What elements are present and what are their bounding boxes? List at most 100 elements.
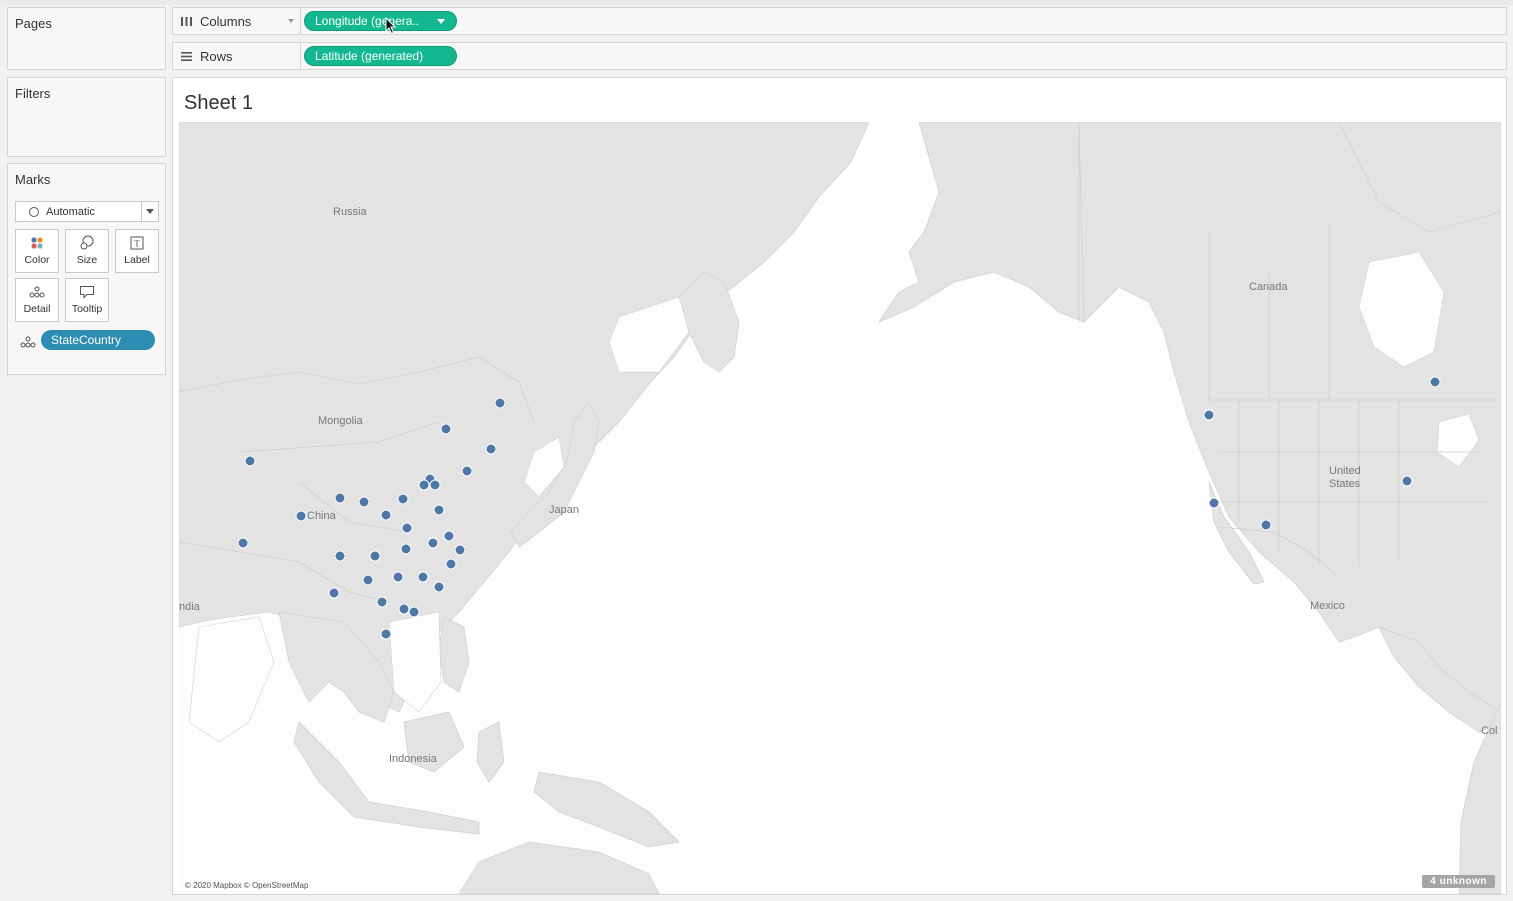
label-china: China xyxy=(307,510,337,522)
mark-type-value: Automatic xyxy=(46,205,95,218)
rows-shelf-label: Rows xyxy=(173,43,301,69)
map-mark[interactable] xyxy=(418,479,430,491)
detail-icon xyxy=(16,284,58,300)
pages-card[interactable]: Pages xyxy=(7,7,166,70)
land-new-guinea xyxy=(533,771,680,848)
map-mark[interactable] xyxy=(398,603,410,615)
tooltip-label: Tooltip xyxy=(71,303,103,315)
map-mark[interactable] xyxy=(433,581,445,593)
mark-type-dropdown[interactable]: Automatic xyxy=(15,201,159,222)
chevron-down-icon[interactable] xyxy=(141,202,158,221)
map-mark[interactable] xyxy=(408,606,420,618)
pages-title: Pages xyxy=(15,16,52,31)
longitude-pill[interactable]: Longitude (genera.. xyxy=(304,11,457,31)
detail-button[interactable]: Detail xyxy=(15,278,59,322)
map-mark[interactable] xyxy=(440,423,452,435)
color-button[interactable]: Color xyxy=(15,229,59,273)
color-label: Color xyxy=(24,254,50,266)
sheet-title[interactable]: Sheet 1 xyxy=(184,92,253,115)
label-india: ndia xyxy=(179,601,201,613)
label-colombia: Col xyxy=(1481,725,1498,737)
top-strip xyxy=(0,0,1513,5)
map-mark[interactable] xyxy=(494,397,506,409)
map-mark[interactable] xyxy=(362,574,374,586)
land-shapes xyxy=(179,122,1501,894)
marks-card: Marks Automatic Color Size T Label Detai… xyxy=(7,163,166,375)
map-mark[interactable] xyxy=(445,558,457,570)
label-button[interactable]: T Label xyxy=(115,229,159,273)
map-mark[interactable] xyxy=(461,465,473,477)
map-mark[interactable] xyxy=(401,522,413,534)
land-australia xyxy=(458,841,660,894)
map-mark[interactable] xyxy=(454,544,466,556)
unknown-indicator[interactable]: 4 unknown xyxy=(1422,875,1495,888)
label-icon: T xyxy=(116,235,158,251)
land-philippines xyxy=(438,616,470,693)
map-mark[interactable] xyxy=(380,509,392,521)
map-mark[interactable] xyxy=(328,587,340,599)
map-mark[interactable] xyxy=(237,537,249,549)
map-mark[interactable] xyxy=(1260,519,1272,531)
tooltip-icon xyxy=(66,284,108,300)
map[interactable]: Russia Mongolia China Japan ndia Indones… xyxy=(179,122,1501,894)
map-mark[interactable] xyxy=(397,493,409,505)
land-sulawesi xyxy=(476,721,505,783)
label-united-states-1: United xyxy=(1329,465,1361,477)
label-canada: Canada xyxy=(1249,281,1288,293)
columns-shelf[interactable]: Columns Longitude (genera.. xyxy=(172,7,1507,35)
size-label: Size xyxy=(76,254,98,266)
map-mark[interactable] xyxy=(358,496,370,508)
land-alaska xyxy=(877,122,1085,323)
label-label: Label xyxy=(124,254,150,266)
detail-label: Detail xyxy=(23,303,51,315)
map-canvas[interactable]: Russia Mongolia China Japan ndia Indones… xyxy=(179,122,1501,894)
map-mark[interactable] xyxy=(244,455,256,467)
label-russia: Russia xyxy=(333,206,368,218)
map-mark[interactable] xyxy=(334,550,346,562)
label-united-states-2: States xyxy=(1329,478,1361,490)
columns-icon xyxy=(181,16,192,26)
map-mark[interactable] xyxy=(417,571,429,583)
latitude-pill[interactable]: Latitude (generated) xyxy=(304,46,457,66)
map-mark[interactable] xyxy=(427,537,439,549)
tooltip-button[interactable]: Tooltip xyxy=(65,278,109,322)
mouse-cursor-icon xyxy=(385,17,397,35)
size-icon xyxy=(66,235,108,251)
filters-title: Filters xyxy=(15,86,51,101)
chevron-down-icon[interactable] xyxy=(288,19,294,23)
label-mongolia: Mongolia xyxy=(318,415,364,427)
rows-icon xyxy=(181,51,192,61)
svg-text:T: T xyxy=(134,239,140,249)
map-mark[interactable] xyxy=(380,628,392,640)
map-mark[interactable] xyxy=(1401,475,1413,487)
map-mark[interactable] xyxy=(1429,376,1441,388)
chevron-down-icon[interactable] xyxy=(437,19,445,24)
worksheet-view: Sheet 1 Russia Mongolia China Japan ndia… xyxy=(172,77,1507,895)
columns-label: Columns xyxy=(200,13,252,29)
rows-shelf[interactable]: Rows Latitude (generated) xyxy=(172,42,1507,70)
filters-card[interactable]: Filters xyxy=(7,77,166,157)
latitude-pill-label: Latitude (generated) xyxy=(315,49,424,63)
statecountry-pill[interactable]: StateCountry xyxy=(41,330,155,350)
map-mark[interactable] xyxy=(1208,497,1220,509)
detail-icon xyxy=(20,335,36,353)
map-mark[interactable] xyxy=(295,510,307,522)
size-button[interactable]: Size xyxy=(65,229,109,273)
map-mark[interactable] xyxy=(443,530,455,542)
map-attribution[interactable]: © 2020 Mapbox © OpenStreetMap xyxy=(185,881,308,890)
map-mark[interactable] xyxy=(334,492,346,504)
map-mark[interactable] xyxy=(485,443,497,455)
map-mark[interactable] xyxy=(369,550,381,562)
map-mark[interactable] xyxy=(400,543,412,555)
map-mark[interactable] xyxy=(433,504,445,516)
map-mark[interactable] xyxy=(376,596,388,608)
map-mark[interactable] xyxy=(392,571,404,583)
map-mark[interactable] xyxy=(1203,409,1215,421)
map-mark[interactable] xyxy=(429,479,441,491)
color-icon xyxy=(16,235,58,251)
circle-icon xyxy=(29,206,39,217)
longitude-pill-label: Longitude (genera.. xyxy=(315,14,420,28)
marks-title: Marks xyxy=(15,172,51,187)
rows-label: Rows xyxy=(200,48,233,64)
label-japan: Japan xyxy=(549,504,579,516)
